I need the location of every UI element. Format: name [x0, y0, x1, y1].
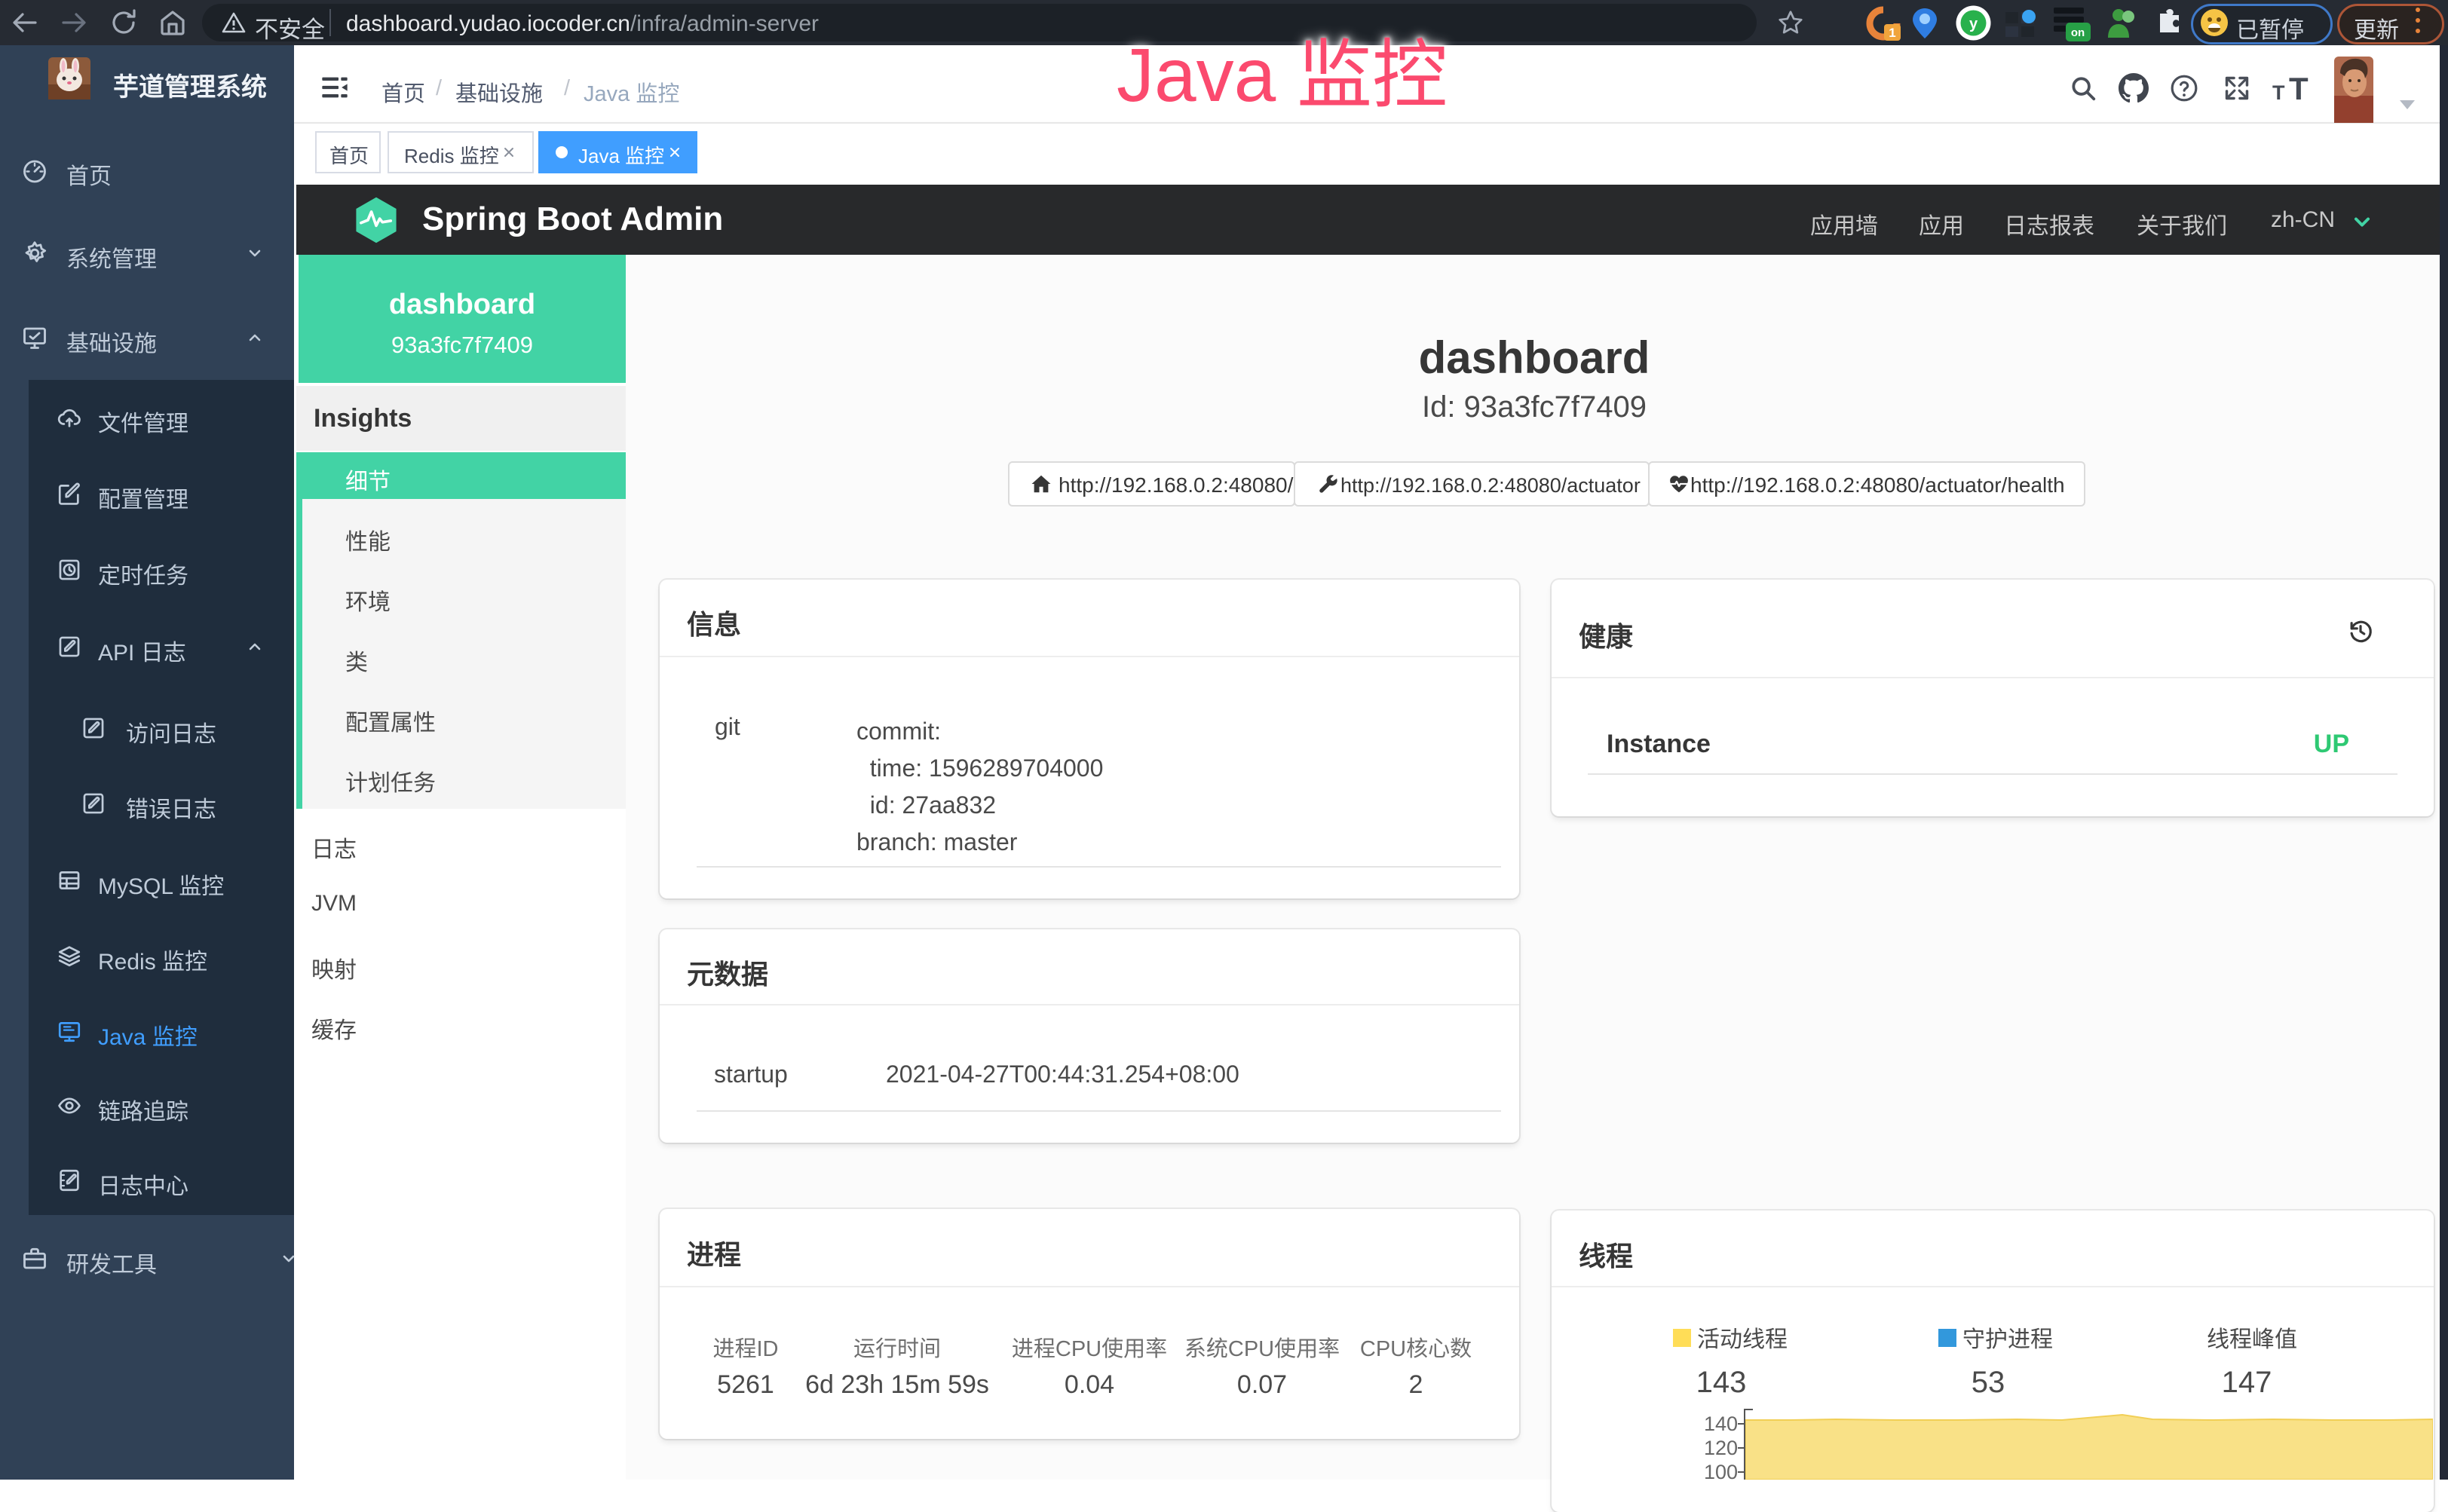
svg-text:on: on	[2071, 26, 2085, 39]
svg-text:1: 1	[1889, 26, 1895, 40]
svg-text:y: y	[1969, 16, 1978, 32]
